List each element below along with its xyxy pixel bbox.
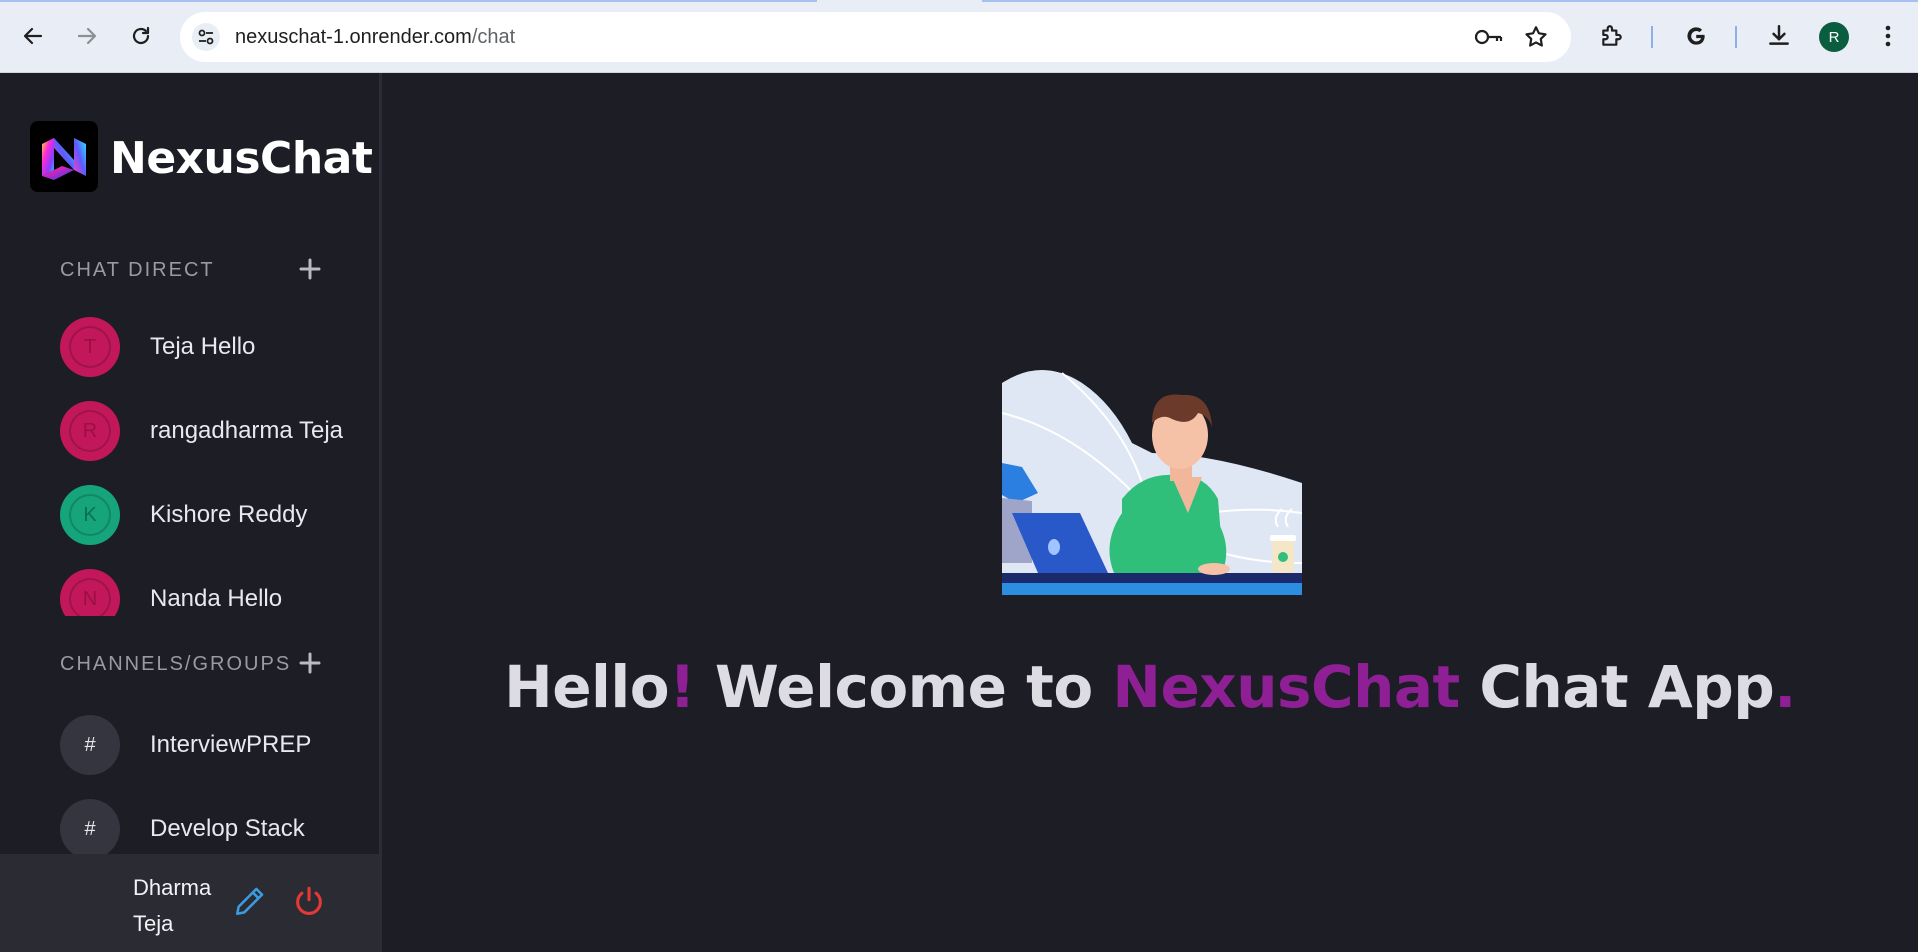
app-brand-name: NexusChat [110,133,373,184]
arrow-right-icon [77,27,97,45]
channel-item[interactable]: # Develop Stack [60,799,360,859]
direct-message-list: T Teja Hello Rrangadharma Teja K Kishore Red… [0,317,379,616]
channel-hash-icon: # [60,715,120,775]
tab-strip-accent [0,0,1918,2]
site-info-button[interactable] [192,23,220,51]
welcome-heading: Hello! Welcome to NexusChat Chat App. [382,653,1918,721]
sidebar: NexusChat CHAT DIRECT T Teja Hello Rrangad… [0,73,382,952]
channel-name: Develop Stack [150,815,305,842]
contact-initial: R [69,410,111,452]
main-content: Hello! Welcome to NexusChat Chat App. [382,73,1918,952]
contact-name: Kishore Reddy [150,501,308,528]
toolbar-divider [1651,26,1653,48]
contact-item[interactable]: Rrangadharma Teja [60,401,360,461]
contact-name: Teja Hello [150,333,256,360]
welcome-to-text: Welcome to [695,653,1113,721]
contact-item[interactable]: K Kishore Reddy [60,485,360,545]
contact-initial: N [69,578,111,616]
logout-power-icon[interactable] [292,884,326,918]
welcome-exclamation: ! [669,653,696,721]
profile-avatar[interactable]: R [1819,22,1849,52]
contact-avatar: K [60,485,120,545]
contact-avatar: T [60,317,120,377]
welcome-illustration [1002,370,1302,595]
welcome-chat-app: Chat App [1459,653,1775,721]
contact-initial: T [69,326,111,368]
app-logo [30,121,98,192]
contact-name: Nanda Hello [150,585,283,612]
tune-icon [198,29,214,45]
current-user-name: Dharma Teja [133,875,212,936]
contact-avatar: N [60,569,120,616]
browser-toolbar: nexuschat-1.onrender.com/chat R [0,0,1918,73]
nexuschat-logo-icon [42,137,86,180]
password-key-icon[interactable] [1473,25,1503,49]
extensions-button[interactable] [1596,20,1628,52]
welcome-hello: Hello [504,653,670,721]
add-channel-icon[interactable] [298,651,322,675]
channel-hash-icon: # [60,799,120,859]
channel-item[interactable]: # InterviewPREP [60,715,360,775]
contact-name: rangadharma Teja [150,417,344,444]
url-text[interactable]: nexuschat-1.onrender.com/chat [235,26,515,49]
browser-menu-button[interactable] [1872,20,1904,52]
welcome-brand: NexusChat [1112,653,1460,721]
channels-title: CHANNELS/GROUPS [60,653,292,675]
url-path: /chat [471,26,516,48]
contact-avatar: R [60,401,120,461]
contact-item[interactable]: N Nanda Hello [60,569,360,616]
welcome-period: . [1774,653,1796,721]
forward-button[interactable] [69,18,105,54]
channel-name: InterviewPREP [150,731,312,758]
add-direct-message-icon[interactable] [298,257,322,281]
puzzle-icon [1602,25,1622,46]
arrow-left-icon [23,27,43,45]
download-icon [1769,25,1789,45]
bookmark-star-icon[interactable] [1523,24,1549,50]
google-extension-button[interactable] [1680,20,1712,52]
reload-button[interactable] [123,18,159,54]
contact-item[interactable]: T Teja Hello [60,317,360,377]
address-bar[interactable]: nexuschat-1.onrender.com/chat [180,12,1571,62]
kebab-menu-icon [1885,25,1891,47]
reload-icon [132,26,150,45]
contact-initial: K [69,494,111,536]
downloads-button[interactable] [1763,20,1795,52]
current-user-bar: Dharma Teja [0,854,379,952]
toolbar-divider [1735,26,1737,48]
back-button[interactable] [15,18,51,54]
url-host: nexuschat-1.onrender.com [235,26,472,48]
google-g-icon [1687,27,1705,45]
direct-messages-title: CHAT DIRECT [60,259,215,281]
edit-profile-icon[interactable] [233,884,267,918]
